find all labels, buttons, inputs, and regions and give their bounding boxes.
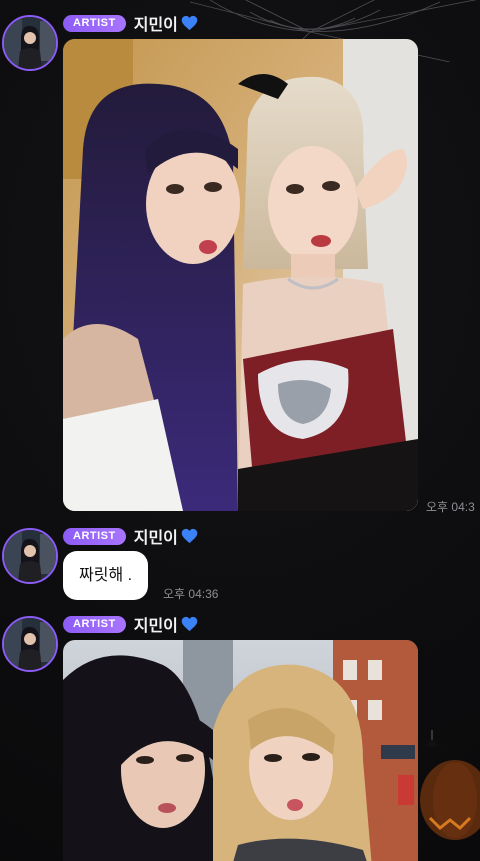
message-timestamp: 오후 04:36 xyxy=(163,587,219,601)
sender-name-text: 지민이 xyxy=(133,17,178,34)
sender-name-text: 지민이 xyxy=(133,530,178,547)
sender-name[interactable]: 지민이 xyxy=(134,524,198,548)
photo-message[interactable] xyxy=(63,640,418,861)
sender-line: ARTIST 지민이 xyxy=(63,612,198,636)
photo-message[interactable] xyxy=(63,39,418,511)
sender-line: ARTIST 지민이 xyxy=(63,11,198,35)
sender-name-text: 지민이 xyxy=(133,618,178,635)
pumpkin-spider-icon xyxy=(420,730,480,840)
sender-name[interactable]: 지민이 xyxy=(134,612,198,636)
artist-badge: ARTIST xyxy=(63,615,126,633)
text-bubble[interactable]: 짜릿해 . xyxy=(63,551,149,600)
artist-badge: ARTIST xyxy=(63,14,126,32)
avatar[interactable] xyxy=(2,528,58,584)
message-timestamp: 오후 04:3 xyxy=(426,500,475,514)
blue-heart-icon xyxy=(181,528,198,544)
artist-badge: ARTIST xyxy=(63,527,126,545)
chat-screen: ARTIST 지민이 오후 04:3 ARTIST 지민이 짜릿해 . 오후 0… xyxy=(0,0,480,861)
sender-line: ARTIST 지민이 xyxy=(63,524,198,548)
blue-heart-icon xyxy=(181,15,198,31)
avatar[interactable] xyxy=(2,15,58,71)
blue-heart-icon xyxy=(181,616,198,632)
avatar[interactable] xyxy=(2,616,58,672)
sender-name[interactable]: 지민이 xyxy=(134,11,198,35)
